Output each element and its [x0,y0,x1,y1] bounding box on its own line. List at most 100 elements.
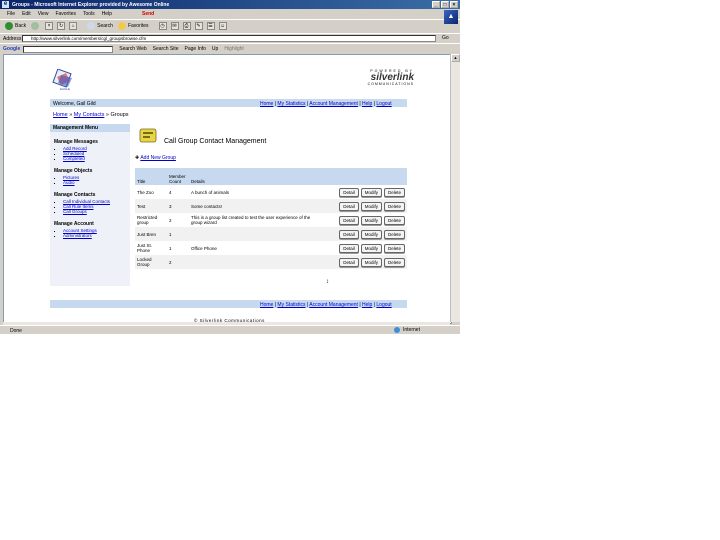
sidebar-item-audio[interactable]: Audio [63,180,75,185]
modify-button[interactable]: Modify [360,257,382,267]
eagle-logo-icon: EAGLE [52,69,72,91]
modify-button[interactable]: Modify [360,229,382,239]
print-icon[interactable]: ⎙ [182,22,191,30]
detail-button[interactable]: Detail [339,243,359,253]
detail-button[interactable]: Detail [339,215,359,225]
maximize-button[interactable]: □ [441,1,449,8]
modify-button[interactable]: Modify [360,243,382,253]
menu-tools[interactable]: Tools [83,11,95,17]
silverlink-logo: POWERED BY silverlink COMMUNICATIONS [367,69,414,86]
table-row: Test 3 Some contacts! Detail Modify Delete [135,199,407,213]
modify-button[interactable]: Modify [360,201,382,211]
svg-text:EAGLE: EAGLE [60,87,70,91]
scroll-up-icon[interactable]: ▲ [451,54,460,62]
close-button[interactable]: × [450,1,458,8]
menu-file[interactable]: File [7,11,15,17]
col-member-count: Member Count [167,168,189,185]
forward-button[interactable] [31,22,41,30]
delete-button[interactable]: Delete [383,229,405,239]
delete-button[interactable]: Delete [383,243,405,253]
footer-nav-my-statistics[interactable]: My Statistics [277,302,305,308]
stop-icon[interactable]: × [45,22,54,30]
delete-button[interactable]: Delete [383,201,405,211]
table-row: The Zoo 4 A bunch of animals Detail Modif… [135,185,407,199]
highlight-button[interactable]: Highlight [224,46,243,52]
footer-nav-home[interactable]: Home [260,302,273,308]
vertical-scrollbar[interactable]: ▲ [450,54,460,322]
bottom-nav: Home | My Statistics | Account Managemen… [260,302,392,308]
detail-button[interactable]: Detail [339,187,359,197]
nav-logout[interactable]: Logout [376,101,391,107]
search-site-button[interactable]: Search Site [153,46,179,52]
sidebar-item-administrators[interactable]: Administrators [63,233,92,238]
go-button[interactable]: Go [442,35,449,41]
google-logo[interactable]: Google [3,46,20,52]
detail-button[interactable]: Detail [339,229,359,239]
address-label: Address [3,36,22,42]
back-button[interactable]: Back [5,22,26,30]
menu-help[interactable]: Help [102,11,112,17]
phone-group-icon [139,128,157,143]
search-web-button[interactable]: Search Web [119,46,146,52]
table-row: Locked Group 2 Detail Modify Delete [135,255,407,269]
send-menu[interactable]: Send [142,11,154,17]
footer-nav-logout[interactable]: Logout [376,302,391,308]
breadcrumb-my-contacts[interactable]: My Contacts [74,112,105,118]
modify-button[interactable]: Modify [360,215,382,225]
table-row: Just Bren 1 Detail Modify Delete [135,227,407,241]
delete-button[interactable]: Delete [383,215,405,225]
sidebar-section-account: Manage Account Account Settings Administ… [50,221,130,238]
address-input[interactable]: http://www.silverlink.com/members/cgl_gr… [22,35,436,42]
search-button[interactable]: Search [87,22,113,30]
history-icon[interactable]: ◷ [158,22,167,30]
detail-button[interactable]: Detail [339,257,359,267]
discuss-icon[interactable]: ☰ [206,22,215,30]
google-search-input[interactable] [23,45,114,53]
resize-cursor-icon: ↕ [326,279,329,285]
delete-button[interactable]: Delete [383,257,405,267]
footer-nav-account-management[interactable]: Account Management [309,302,358,308]
sidebar-item-call-groups[interactable]: Call Groups [63,209,87,214]
sidebar-item-completed[interactable]: Completed [63,156,85,161]
sidebar-section-messages: Manage Messages Add Record Scheduled Com… [50,139,130,161]
security-zone: Internet [394,327,420,333]
globe-icon [394,327,400,333]
col-details: Details [189,168,315,185]
footer-nav-help[interactable]: Help [362,302,372,308]
refresh-icon[interactable]: ↻ [57,22,66,30]
search-icon [87,22,96,30]
management-menu: Management Menu Manage Messages Add Reco… [50,124,130,286]
modify-button[interactable]: Modify [360,187,382,197]
table-row: Just St. Phone 1 Office Phone Detail Modi… [135,241,407,255]
breadcrumb-current: Groups [110,112,129,118]
col-actions [315,168,407,185]
home-icon[interactable]: ⌂ [69,22,78,30]
mail-icon[interactable]: ✉ [170,22,179,30]
page-info-button[interactable]: Page Info [185,46,206,52]
welcome-text: Welcome, Gail Gild [53,101,96,107]
detail-button[interactable]: Detail [339,201,359,211]
favorites-button[interactable]: Favorites [117,22,149,30]
nav-home[interactable]: Home [260,101,273,107]
messenger-icon[interactable]: ☺ [218,22,227,30]
minimize-button[interactable]: _ [432,1,440,8]
edit-icon[interactable]: ✎ [194,22,203,30]
star-icon [117,22,126,30]
nav-my-statistics[interactable]: My Statistics [277,101,305,107]
status-text: Done [10,327,22,334]
menu-favorites[interactable]: Favorites [55,11,76,17]
add-new-group-link[interactable]: ✚ Add New Group [135,155,176,161]
breadcrumb-home[interactable]: Home [53,112,68,118]
sidebar-section-objects: Manage Objects Pictures Audio [50,168,130,185]
breadcrumb: Home » My Contacts » Groups [53,112,129,118]
ie-icon: e [2,1,9,8]
back-arrow-icon [5,22,13,30]
nav-help[interactable]: Help [362,101,372,107]
up-button[interactable]: Up [212,46,218,52]
nav-account-management[interactable]: Account Management [309,101,358,107]
menu-edit[interactable]: Edit [22,11,31,17]
title-bar: e Groups - Microsoft Internet Explorer p… [0,0,460,9]
menu-view[interactable]: View [38,11,49,17]
delete-button[interactable]: Delete [383,187,405,197]
forward-arrow-icon [31,22,40,30]
